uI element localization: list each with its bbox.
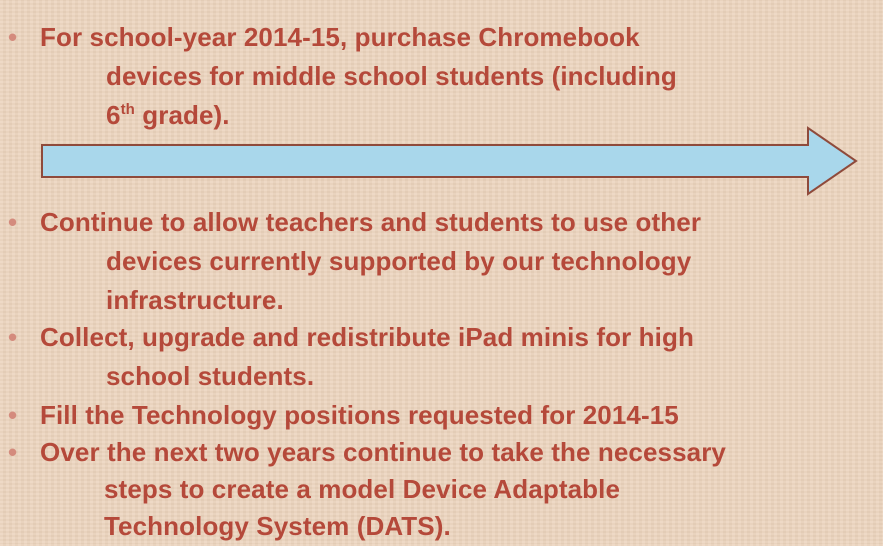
bullet-4-line-1: Fill the Technology positions requested …	[40, 400, 679, 430]
bullet-5-line-3: Technology System (DATS).	[104, 511, 451, 541]
bullet-dot: •	[8, 400, 18, 430]
bullet-3-line-2: school students.	[106, 361, 315, 391]
bullet-1-line-2: devices for middle school students (incl…	[106, 61, 677, 91]
bullet-dot: •	[8, 207, 18, 237]
bullet-3-line-1: Collect, upgrade and redistribute iPad m…	[40, 322, 694, 352]
bullet-item-4: • Fill the Technology positions requeste…	[0, 396, 883, 435]
bullet-2-line-3: infrastructure.	[106, 285, 284, 315]
bullet-dot: •	[8, 22, 18, 52]
bullet-item-3: • Collect, upgrade and redistribute iPad…	[0, 318, 883, 396]
bullet-item-2: • Continue to allow teachers and student…	[0, 203, 883, 320]
right-arrow-icon	[41, 126, 858, 196]
bullet-5-line-2: steps to create a model Device Adaptable	[104, 474, 621, 504]
bullet-1-line-1: For school-year 2014-15, purchase Chrome…	[40, 22, 640, 52]
bullet-item-5: • Over the next two years continue to ta…	[0, 433, 883, 543]
bullet-dot: •	[8, 437, 18, 467]
bullet-2-line-1: Continue to allow teachers and students …	[40, 207, 702, 237]
bullet-dot: •	[8, 322, 18, 352]
bullet-2-line-2: devices currently supported by our techn…	[106, 246, 692, 276]
ordinal-suffix: th	[120, 101, 135, 118]
slide: • For school-year 2014-15, purchase Chro…	[0, 0, 883, 543]
bullet-item-1: • For school-year 2014-15, purchase Chro…	[0, 18, 883, 138]
bullet-5-line-1: Over the next two years continue to take…	[40, 437, 726, 467]
